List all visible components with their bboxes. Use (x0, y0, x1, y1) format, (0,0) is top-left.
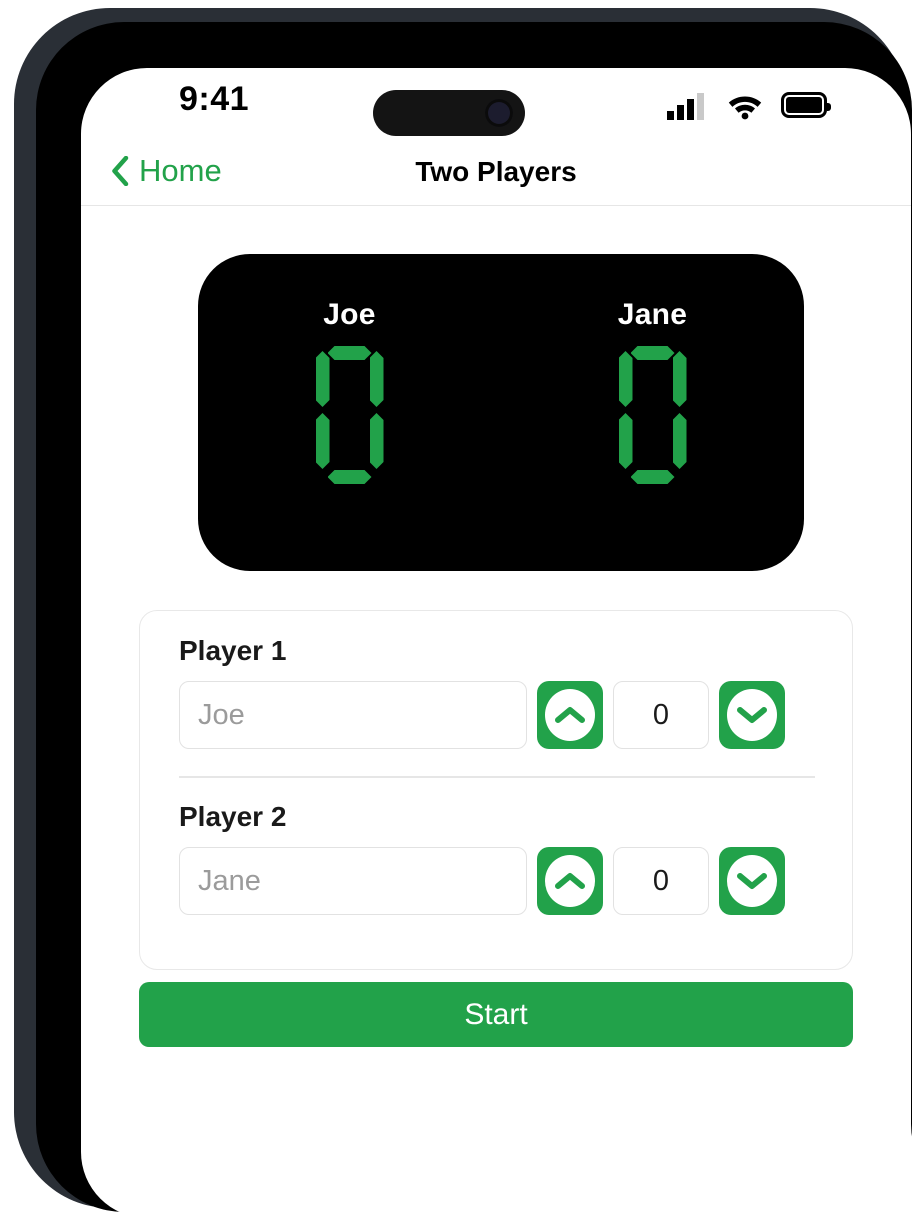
dynamic-island (373, 90, 525, 136)
status-bar: 9:41 (81, 68, 911, 140)
seven-segment-digit (618, 346, 688, 484)
cellular-signal-icon (667, 92, 709, 120)
player-2-score-value: 0 (613, 847, 709, 915)
player-2-score-decrement-button[interactable] (719, 847, 785, 915)
scoreboard-player-2-score (618, 346, 688, 484)
seven-segment-digit (315, 346, 385, 484)
player-2-name-input[interactable] (179, 847, 527, 915)
page-title: Two Players (415, 156, 577, 187)
chevron-up-circle-icon (545, 855, 595, 907)
player-1-controls: 0 (179, 681, 815, 749)
player-2-label: Player 2 (179, 801, 287, 832)
player-1-score-value: 0 (613, 681, 709, 749)
battery-full-icon (781, 92, 831, 118)
row-divider (179, 776, 815, 778)
status-bar-time: 9:41 (179, 80, 250, 118)
player-2-row: Player 2 0 (179, 801, 815, 915)
wifi-icon (726, 90, 764, 120)
phone-bezel: 9:41 Home Two Players Joe Jane Player 1 … (36, 22, 912, 1218)
player-1-name-input[interactable] (179, 681, 527, 749)
player-setup-card: Player 1 0 (139, 610, 853, 970)
scoreboard-player-2-name: Jane (617, 298, 688, 331)
player-1-row: Player 1 0 (179, 635, 815, 749)
player-1-label: Player 1 (179, 635, 287, 666)
chevron-down-circle-icon (727, 855, 777, 907)
scoreboard-player-1: Joe (198, 254, 501, 571)
scoreboard-player-2: Jane (501, 254, 804, 571)
phone-frame: 9:41 Home Two Players Joe Jane Player 1 … (14, 8, 912, 1218)
front-camera-icon (485, 99, 513, 127)
scoreboard-panel: Joe Jane (198, 254, 804, 571)
scoreboard-player-1-name: Joe (323, 298, 376, 331)
chevron-down-circle-icon (727, 689, 777, 741)
player-1-score-decrement-button[interactable] (719, 681, 785, 749)
phone-screen: 9:41 Home Two Players Joe Jane Player 1 … (81, 68, 911, 1218)
chevron-up-circle-icon (545, 689, 595, 741)
start-button[interactable]: Start (139, 982, 853, 1047)
player-1-score-increment-button[interactable] (537, 681, 603, 749)
player-2-score-increment-button[interactable] (537, 847, 603, 915)
nav-bar: Home Two Players (81, 140, 911, 206)
player-2-controls: 0 (179, 847, 815, 915)
scoreboard-player-1-score (315, 346, 385, 484)
